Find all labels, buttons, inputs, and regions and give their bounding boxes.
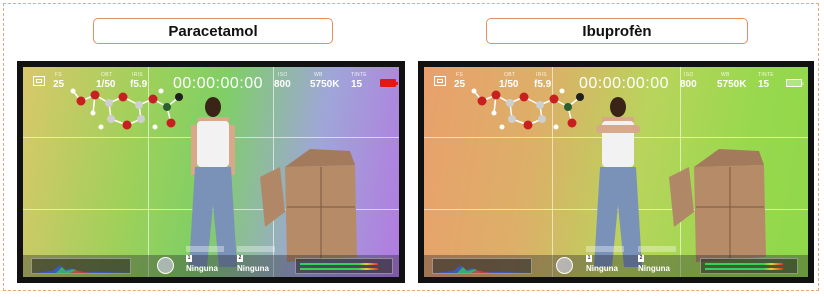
hud-iso[interactable]: 800 [680, 79, 697, 90]
hud-wb-label: WB [721, 72, 730, 78]
record-button[interactable] [556, 257, 573, 274]
audio-meter-channel [300, 263, 378, 265]
hud-timecode[interactable]: 00:00:00:00 [173, 75, 263, 93]
camera-viewfinder-right: FS 25 OBT 1/50 IRIS f5.9 00:00:00:00 ISO… [418, 61, 814, 283]
slot-number: 1 [186, 255, 192, 262]
media-slot-2[interactable]: 2 Ninguna [638, 246, 676, 273]
frame-guide-icon[interactable] [434, 76, 446, 86]
viewfinder-screen-left: FS 25 OBT 1/50 IRIS f5.9 00:00:00:00 ISO… [23, 67, 399, 277]
hud-iso[interactable]: 800 [274, 79, 291, 90]
audio-meter-channel [705, 263, 783, 265]
slot-bar [237, 246, 275, 252]
panel-title-left: Paracetamol [93, 18, 333, 44]
slot-number: 2 [638, 255, 644, 262]
hud-wb[interactable]: 5750K [310, 79, 339, 90]
media-slot-2[interactable]: 2 Ninguna [237, 246, 275, 273]
histogram [31, 258, 131, 274]
hud-tint[interactable]: 15 [351, 79, 362, 90]
molecule-graphic [471, 88, 584, 130]
slot-label: Ninguna [186, 264, 218, 273]
histogram-graph [435, 265, 531, 273]
histogram-graph [34, 265, 130, 273]
cardboard-box [669, 149, 766, 262]
hud-tint-label: TINTE [758, 72, 774, 78]
hud-shutter[interactable]: 1/50 [96, 79, 115, 90]
media-slot-1[interactable]: 1 Ninguna [586, 246, 624, 273]
record-button[interactable] [157, 257, 174, 274]
slot-number: 2 [237, 255, 243, 262]
panel-title-right-text: Ibuprofèn [582, 22, 652, 40]
hud-wb[interactable]: 5750K [717, 79, 746, 90]
battery-icon [786, 79, 804, 87]
slot-bar [586, 246, 624, 252]
panel-title-right: Ibuprofèn [486, 18, 748, 44]
slot-bar [186, 246, 224, 252]
histogram [432, 258, 532, 274]
media-slot-1[interactable]: 1 Ninguna [186, 246, 224, 273]
slot-label: Ninguna [237, 264, 269, 273]
audio-meter-channel [705, 268, 783, 270]
frame-guide-icon[interactable] [33, 76, 45, 86]
hud-tint[interactable]: 15 [758, 79, 769, 90]
molecule-graphic [70, 88, 183, 130]
person-figure [594, 97, 642, 267]
battery-icon [380, 79, 398, 87]
person-figure [189, 97, 237, 267]
slot-bar [638, 246, 676, 252]
hud-shutter-label: OBT [504, 72, 516, 78]
hud-fps[interactable]: 25 [53, 79, 64, 90]
hud-fps-label: FS [55, 72, 62, 78]
viewfinder-screen-right: FS 25 OBT 1/50 IRIS f5.9 00:00:00:00 ISO… [424, 67, 808, 277]
hud-iris[interactable]: f5.9 [534, 79, 551, 90]
panel-title-left-text: Paracetamol [168, 22, 258, 40]
hud-wb-label: WB [314, 72, 323, 78]
audio-meters[interactable] [700, 258, 798, 274]
hud-iris-label: IRIS [536, 72, 547, 78]
hud-timecode[interactable]: 00:00:00:00 [579, 75, 669, 93]
hud-shutter-label: OBT [101, 72, 113, 78]
hud-iris[interactable]: f5.9 [130, 79, 147, 90]
camera-viewfinder-left: FS 25 OBT 1/50 IRIS f5.9 00:00:00:00 ISO… [17, 61, 405, 283]
slot-number: 1 [586, 255, 592, 262]
hud-iso-label: ISO [278, 72, 288, 78]
audio-meter-channel [300, 268, 378, 270]
cardboard-box [260, 149, 357, 262]
hud-iris-label: IRIS [132, 72, 143, 78]
hud-fps-label: FS [456, 72, 463, 78]
hud-tint-label: TINTE [351, 72, 367, 78]
slot-label: Ninguna [638, 264, 670, 273]
hud-iso-label: ISO [684, 72, 694, 78]
slot-label: Ninguna [586, 264, 618, 273]
hud-fps[interactable]: 25 [454, 79, 465, 90]
hud-shutter[interactable]: 1/50 [499, 79, 518, 90]
audio-meters[interactable] [295, 258, 393, 274]
